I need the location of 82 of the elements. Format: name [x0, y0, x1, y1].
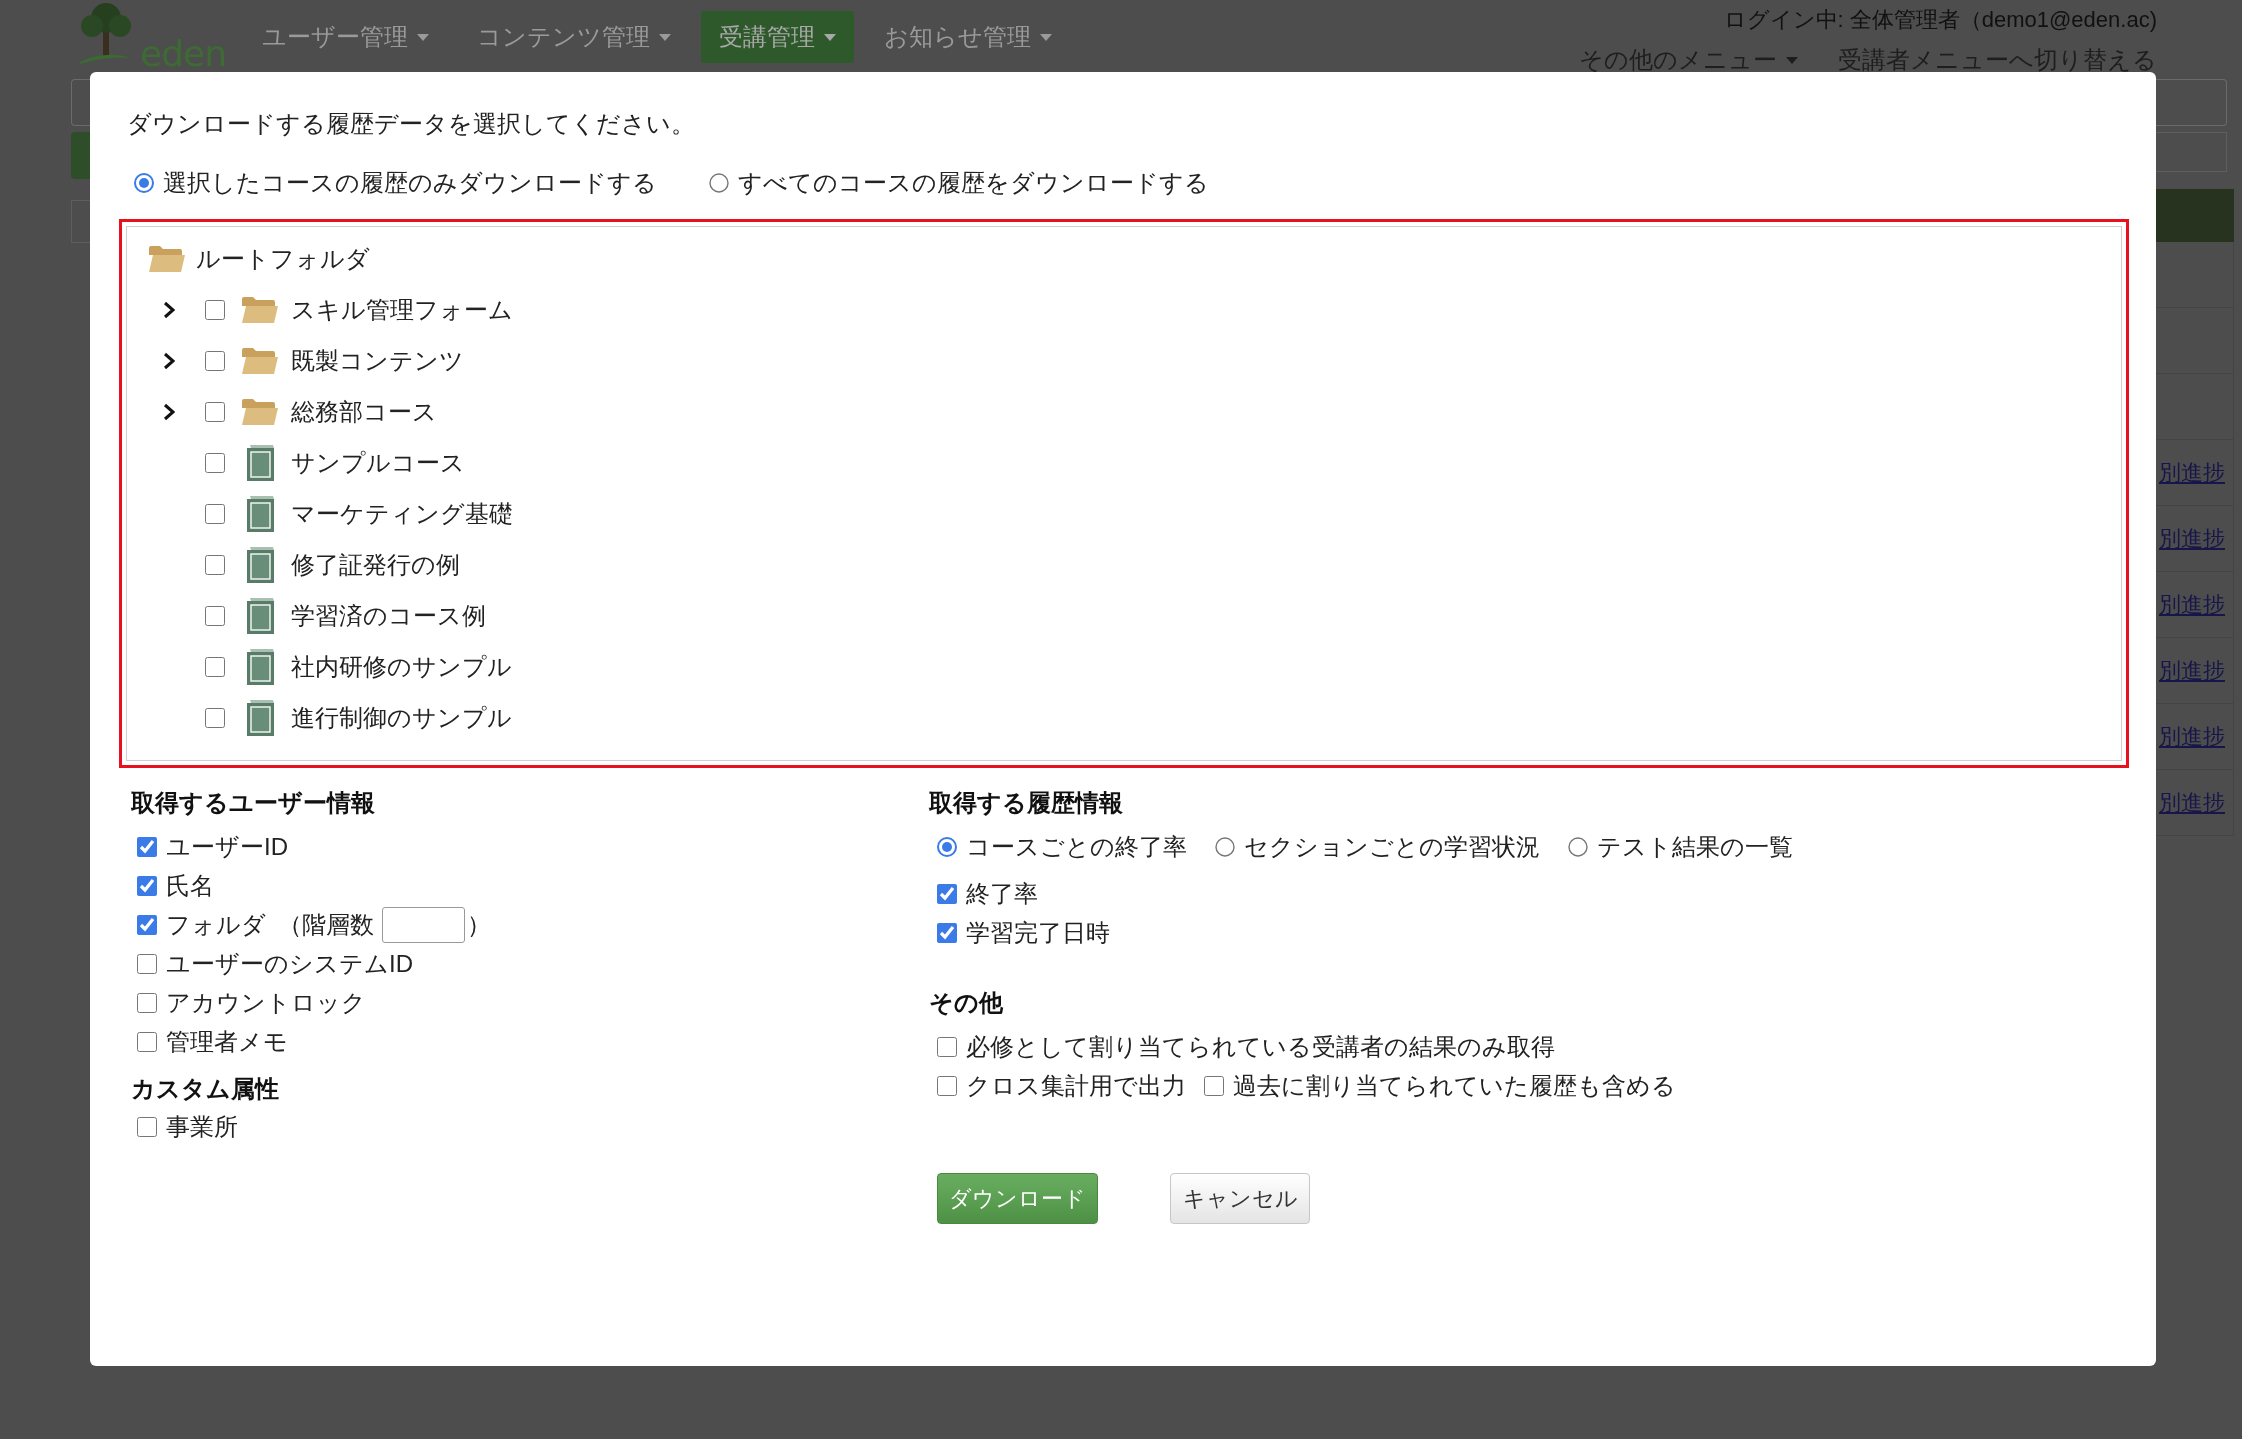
- checkbox-label[interactable]: アカウントロック: [166, 984, 366, 1021]
- book-icon: [245, 444, 275, 481]
- cancel-button[interactable]: キャンセル: [1170, 1173, 1310, 1224]
- checkbox[interactable]: [137, 1116, 157, 1137]
- book-icon: [245, 648, 275, 685]
- checkbox[interactable]: [205, 656, 225, 677]
- checkbox[interactable]: [205, 401, 225, 422]
- section-heading: カスタム属性: [131, 1074, 280, 1104]
- checkbox-label[interactable]: 過去に割り当てられていた履歴も含める: [1233, 1067, 1676, 1104]
- radio-label[interactable]: コースごとの終了率: [966, 828, 1187, 865]
- caret-icon: [417, 33, 429, 41]
- radio-label[interactable]: テスト結果の一覧: [1597, 828, 1793, 865]
- tree-item-label[interactable]: スキル管理フォーム: [291, 291, 513, 328]
- checkbox[interactable]: [205, 554, 225, 575]
- login-status-text: ログイン中: 全体管理者（demo1@eden.ac): [1723, 6, 2157, 34]
- checkbox[interactable]: [937, 922, 957, 943]
- checkbox[interactable]: [137, 914, 157, 935]
- checkbox-label[interactable]: 管理者メモ: [166, 1023, 288, 1060]
- checkbox[interactable]: [137, 875, 157, 896]
- checkbox[interactable]: [205, 299, 225, 320]
- checkbox-label[interactable]: クロス集計用で出力: [966, 1067, 1186, 1104]
- radio-button[interactable]: [1568, 836, 1588, 857]
- checkbox-label[interactable]: 氏名: [166, 867, 214, 904]
- checkbox[interactable]: [137, 1031, 157, 1052]
- checkbox[interactable]: [937, 1075, 957, 1096]
- book-icon: [245, 699, 275, 736]
- folder-icon: [148, 244, 186, 273]
- book-icon: [245, 546, 275, 583]
- instruction-text: ダウンロードする履歴データを選択してください。: [127, 109, 696, 139]
- tree-root-label[interactable]: ルートフォルダ: [196, 240, 370, 277]
- depth-label: （階層数: [278, 909, 374, 940]
- tree-item-label[interactable]: 社内研修のサンプル: [291, 648, 512, 685]
- section-heading: 取得するユーザー情報: [131, 788, 376, 818]
- checkbox[interactable]: [137, 992, 157, 1013]
- tree-item-label[interactable]: 修了証発行の例: [291, 546, 460, 583]
- checkbox[interactable]: [937, 1036, 957, 1057]
- checkbox[interactable]: [1204, 1075, 1224, 1096]
- radio-button[interactable]: [709, 173, 729, 193]
- checkbox-label[interactable]: フォルダ: [166, 906, 266, 943]
- folder-icon: [241, 295, 279, 324]
- checkbox-label[interactable]: ユーザーのシステムID: [166, 945, 413, 982]
- checkbox-label[interactable]: ユーザーID: [166, 828, 288, 865]
- checkbox[interactable]: [137, 953, 157, 974]
- chevron-icon[interactable]: [163, 300, 175, 319]
- caret-icon: [659, 33, 671, 41]
- checkbox-label[interactable]: 必修として割り当てられている受講者の結果のみ取得: [966, 1028, 1555, 1065]
- chevron-icon[interactable]: [163, 351, 175, 370]
- tree-item-label[interactable]: 学習済のコース例: [291, 597, 486, 634]
- checkbox-label[interactable]: 終了率: [966, 875, 1038, 912]
- tree-item-label[interactable]: サンプルコース: [291, 444, 465, 481]
- checkbox[interactable]: [205, 452, 225, 473]
- caret-icon: [824, 33, 836, 41]
- folder-icon: [241, 346, 279, 375]
- checkbox-label[interactable]: 事業所: [166, 1108, 238, 1145]
- tree-item-label[interactable]: マーケティング基礎: [291, 495, 513, 532]
- folder-icon: [241, 397, 279, 426]
- tree-item-label[interactable]: 進行制御のサンプル: [291, 699, 512, 736]
- checkbox[interactable]: [137, 836, 157, 857]
- checkbox-label[interactable]: 学習完了日時: [966, 914, 1110, 951]
- radio-button[interactable]: [1215, 836, 1235, 857]
- checkbox[interactable]: [205, 503, 225, 524]
- paren-text: ）: [467, 909, 491, 940]
- tree-item-label[interactable]: 総務部コース: [291, 393, 437, 430]
- tree-item-label[interactable]: 既製コンテンツ: [291, 342, 464, 379]
- section-heading: 取得する履歴情報: [929, 788, 1124, 818]
- checkbox[interactable]: [205, 707, 225, 728]
- checkbox[interactable]: [937, 883, 957, 904]
- book-icon: [245, 597, 275, 634]
- chevron-icon[interactable]: [163, 402, 175, 421]
- tree-logo-icon: [78, 0, 134, 64]
- radio-button[interactable]: [134, 173, 154, 193]
- book-icon: [245, 495, 275, 532]
- section-heading: その他: [929, 988, 1004, 1018]
- depth-input-field[interactable]: [382, 906, 465, 943]
- caret-icon: [1786, 56, 1798, 64]
- radio-button[interactable]: [937, 836, 957, 857]
- caret-icon: [1040, 33, 1052, 41]
- checkbox[interactable]: [205, 605, 225, 626]
- radio-label[interactable]: 選択したコースの履歴のみダウンロードする: [163, 165, 657, 201]
- checkbox[interactable]: [205, 350, 225, 371]
- radio-label[interactable]: セクションごとの学習状況: [1244, 828, 1540, 865]
- radio-label[interactable]: すべてのコースの履歴をダウンロードする: [738, 165, 1209, 201]
